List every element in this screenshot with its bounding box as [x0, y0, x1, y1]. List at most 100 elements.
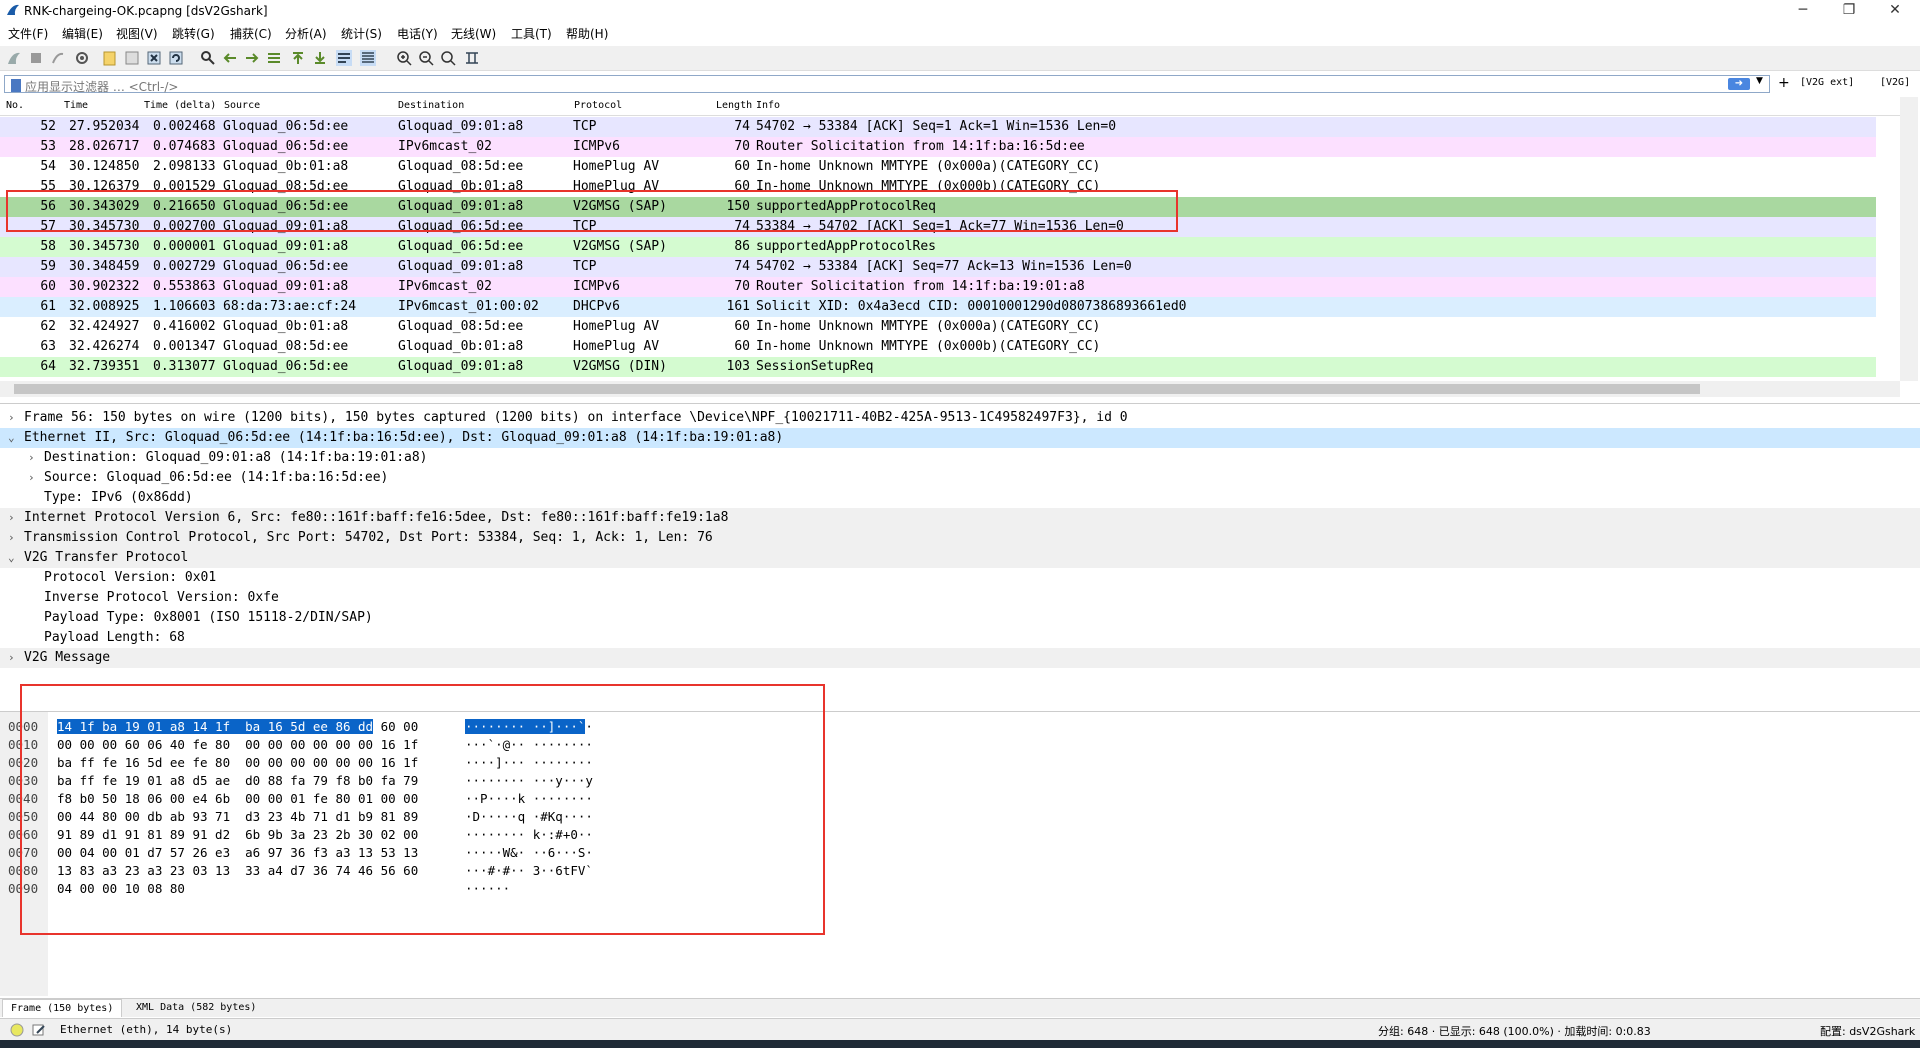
detail-text: Protocol Version: 0x01: [44, 570, 217, 585]
colorize-icon[interactable]: [360, 50, 376, 66]
find-packet-icon[interactable]: [200, 50, 216, 66]
col-header-time[interactable]: Time: [64, 100, 88, 111]
packet-row[interactable]: 62 32.424927 0.416002 Gloquad_0b:01:a8 Gloqu…: [0, 317, 1876, 337]
resize-columns-icon[interactable]: [464, 50, 480, 66]
detail-tree-item[interactable]: › V2G Message: [0, 648, 1920, 668]
tab-xml-data[interactable]: XML Data (582 bytes): [128, 999, 264, 1016]
cell-info: In-home Unknown MMTYPE (0x000a)(CATEGORY…: [756, 159, 1101, 174]
filter-button-v2g[interactable]: [V2G]: [1880, 77, 1910, 88]
go-back-icon[interactable]: [222, 50, 238, 66]
collapsed-arrow-icon[interactable]: ›: [8, 508, 15, 528]
packet-row[interactable]: 63 32.426274 0.001347 Gloquad_08:5d:ee Gloqu…: [0, 337, 1876, 357]
packet-row[interactable]: 64 32.739351 0.313077 Gloquad_06:5d:ee Gloqu…: [0, 357, 1876, 377]
maximize-button[interactable]: ❐: [1826, 0, 1872, 22]
collapsed-arrow-icon[interactable]: ›: [8, 648, 15, 668]
zoom-in-icon[interactable]: [396, 50, 412, 66]
close-button[interactable]: ✕: [1872, 0, 1918, 22]
restart-capture-icon[interactable]: [50, 50, 66, 66]
packet-row[interactable]: 52 27.952034 0.002468 Gloquad_06:5d:ee Gloqu…: [0, 117, 1876, 137]
add-filter-button-icon[interactable]: +: [1778, 75, 1790, 91]
detail-tree-item[interactable]: Inverse Protocol Version: 0xfe: [0, 588, 1920, 608]
col-header-length[interactable]: Length: [716, 100, 752, 111]
detail-text: Inverse Protocol Version: 0xfe: [44, 590, 279, 605]
cell-proto: TCP: [573, 119, 597, 134]
save-file-icon[interactable]: [124, 50, 140, 66]
collapsed-arrow-icon[interactable]: ›: [8, 408, 15, 428]
detail-tree-item[interactable]: Payload Type: 0x8001 (ISO 15118-2/DIN/SA…: [0, 608, 1920, 628]
packet-row[interactable]: 54 30.124850 2.098133 Gloquad_0b:01:a8 Gloqu…: [0, 157, 1876, 177]
menu-help[interactable]: 帮助(H): [566, 25, 608, 42]
capture-options-icon[interactable]: [74, 50, 90, 66]
stop-capture-icon[interactable]: [28, 50, 44, 66]
detail-text: V2G Message: [24, 650, 111, 665]
col-header-protocol[interactable]: Protocol: [574, 100, 622, 111]
menu-view[interactable]: 视图(V): [116, 25, 158, 42]
packet-list: No. Time Time (delta) Source Destination…: [0, 97, 1920, 397]
profile-status[interactable]: 配置: dsV2Gshark: [1820, 1023, 1915, 1039]
detail-tree-item[interactable]: › Transmission Control Protocol, Src Port…: [0, 528, 1920, 548]
menu-wireless[interactable]: 无线(W): [451, 25, 496, 42]
col-header-no[interactable]: No.: [6, 100, 24, 111]
menu-capture[interactable]: 捕获(C): [230, 25, 272, 42]
menu-analyze[interactable]: 分析(A): [285, 25, 327, 42]
packet-list-hscrollbar[interactable]: [0, 381, 1900, 397]
packet-row[interactable]: 61 32.008925 1.106603 68:da:73:ae:cf:24 IPv6…: [0, 297, 1876, 317]
cell-delta: 0.416002: [153, 319, 216, 334]
col-header-destination[interactable]: Destination: [398, 100, 464, 111]
cell-dst: Gloquad_08:5d:ee: [398, 159, 524, 174]
detail-tree-item[interactable]: Type: IPv6 (0x86dd): [0, 488, 1920, 508]
filter-history-dropdown-icon[interactable]: ▼: [1756, 76, 1763, 86]
menu-tools[interactable]: 工具(T): [511, 25, 552, 42]
minimize-button[interactable]: ─: [1780, 0, 1826, 22]
collapsed-arrow-icon[interactable]: ›: [28, 468, 35, 488]
menu-file[interactable]: 文件(F): [8, 25, 48, 42]
packet-list-vscrollbar[interactable]: [1900, 97, 1918, 381]
menu-telephony[interactable]: 电话(Y): [397, 25, 438, 42]
collapsed-arrow-icon[interactable]: ›: [28, 448, 35, 468]
hscroll-thumb[interactable]: [14, 384, 1700, 394]
reload-file-icon[interactable]: [168, 50, 184, 66]
display-filter-input[interactable]: 应用显示过滤器 … <Ctrl-/>: [4, 75, 1770, 94]
col-header-info[interactable]: Info: [756, 100, 780, 111]
expert-info-icon[interactable]: [10, 1023, 24, 1037]
expanded-arrow-icon[interactable]: ⌄: [8, 428, 15, 448]
detail-tree-item[interactable]: › Source: Gloquad_06:5d:ee (14:1f:ba:16:5…: [0, 468, 1920, 488]
edit-comment-icon[interactable]: [32, 1023, 46, 1037]
packet-row[interactable]: 53 28.026717 0.074683 Gloquad_06:5d:ee IPv6m…: [0, 137, 1876, 157]
detail-tree-item[interactable]: Protocol Version: 0x01: [0, 568, 1920, 588]
packet-row[interactable]: 58 30.345730 0.000001 Gloquad_09:01:a8 Gloqu…: [0, 237, 1876, 257]
cell-dst: Gloquad_09:01:a8: [398, 259, 524, 274]
normal-size-icon[interactable]: [440, 50, 456, 66]
detail-tree-item[interactable]: ⌄ V2G Transfer Protocol: [0, 548, 1920, 568]
menu-go[interactable]: 跳转(G): [172, 25, 215, 42]
open-file-icon[interactable]: [102, 50, 118, 66]
menu-statistics[interactable]: 统计(S): [341, 25, 382, 42]
col-header-source[interactable]: Source: [224, 100, 260, 111]
bookmark-icon[interactable]: [11, 79, 21, 92]
filter-button-v2g-ext[interactable]: [V2G ext]: [1800, 77, 1854, 88]
menu-edit[interactable]: 编辑(E): [62, 25, 103, 42]
collapsed-arrow-icon[interactable]: ›: [8, 528, 15, 548]
cell-proto: V2GMSG (SAP): [573, 239, 667, 254]
close-file-icon[interactable]: [146, 50, 162, 66]
apply-filter-button[interactable]: ➜: [1728, 78, 1750, 90]
go-to-packet-icon[interactable]: [266, 50, 282, 66]
cell-delta: 2.098133: [153, 159, 216, 174]
col-header-delta[interactable]: Time (delta): [144, 100, 216, 111]
detail-tree-item[interactable]: › Frame 56: 150 bytes on wire (1200 bits)…: [0, 408, 1920, 428]
start-capture-icon[interactable]: [6, 50, 22, 66]
detail-tree-item[interactable]: › Destination: Gloquad_09:01:a8 (14:1f:ba…: [0, 448, 1920, 468]
cell-no: 52: [40, 119, 56, 134]
packet-row[interactable]: 59 30.348459 0.002729 Gloquad_06:5d:ee Gloqu…: [0, 257, 1876, 277]
zoom-out-icon[interactable]: [418, 50, 434, 66]
autoscroll-icon[interactable]: [336, 50, 352, 66]
expanded-arrow-icon[interactable]: ⌄: [8, 548, 15, 568]
detail-tree-item[interactable]: Payload Length: 68: [0, 628, 1920, 648]
last-packet-icon[interactable]: [312, 50, 328, 66]
packet-row[interactable]: 60 30.902322 0.553863 Gloquad_09:01:a8 IPv6m…: [0, 277, 1876, 297]
detail-tree-item[interactable]: ⌄ Ethernet II, Src: Gloquad_06:5d:ee (14:…: [0, 428, 1920, 448]
first-packet-icon[interactable]: [290, 50, 306, 66]
tab-frame-bytes[interactable]: Frame (150 bytes): [2, 999, 123, 1017]
go-forward-icon[interactable]: [244, 50, 260, 66]
detail-tree-item[interactable]: › Internet Protocol Version 6, Src: fe80:…: [0, 508, 1920, 528]
